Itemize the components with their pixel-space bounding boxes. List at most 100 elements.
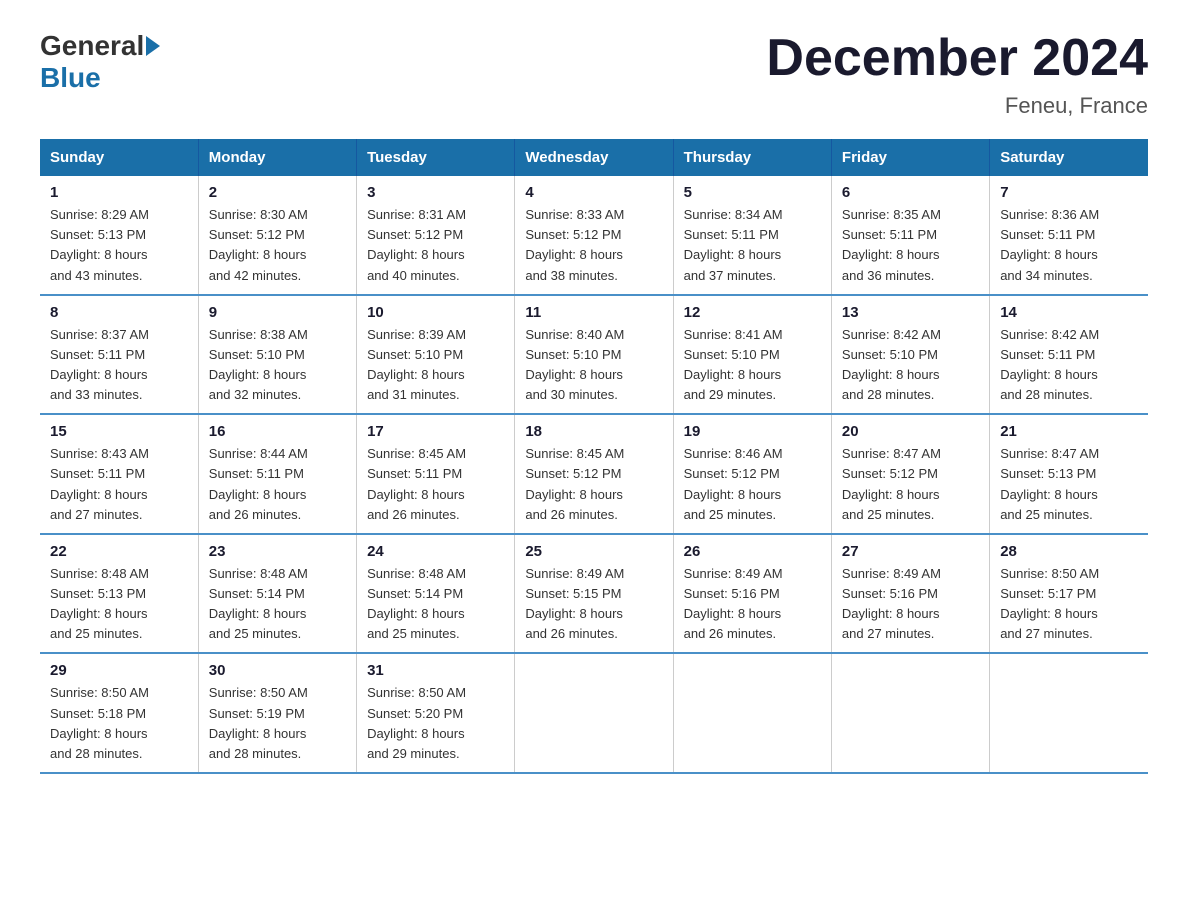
day-number: 2 (209, 184, 346, 201)
day-number: 11 (525, 304, 662, 321)
day-info: Sunrise: 8:38 AM Sunset: 5:10 PM Dayligh… (209, 325, 346, 406)
day-info: Sunrise: 8:29 AM Sunset: 5:13 PM Dayligh… (50, 205, 188, 286)
day-info: Sunrise: 8:50 AM Sunset: 5:19 PM Dayligh… (209, 683, 346, 764)
day-cell-22: 22 Sunrise: 8:48 AM Sunset: 5:13 PM Dayli… (40, 534, 198, 654)
day-number: 20 (842, 423, 979, 440)
empty-cell (673, 653, 831, 773)
day-info: Sunrise: 8:43 AM Sunset: 5:11 PM Dayligh… (50, 444, 188, 525)
day-number: 25 (525, 543, 662, 560)
day-cell-11: 11 Sunrise: 8:40 AM Sunset: 5:10 PM Dayli… (515, 295, 673, 415)
logo-blue-text: Blue (40, 62, 101, 94)
header-cell-sunday: Sunday (40, 139, 198, 176)
day-info: Sunrise: 8:42 AM Sunset: 5:11 PM Dayligh… (1000, 325, 1138, 406)
header-cell-monday: Monday (198, 139, 356, 176)
day-number: 1 (50, 184, 188, 201)
day-info: Sunrise: 8:36 AM Sunset: 5:11 PM Dayligh… (1000, 205, 1138, 286)
day-number: 30 (209, 662, 346, 679)
header-cell-friday: Friday (831, 139, 989, 176)
day-cell-12: 12Sunrise: 8:41 AM Sunset: 5:10 PM Dayli… (673, 295, 831, 415)
day-info: Sunrise: 8:45 AM Sunset: 5:12 PM Dayligh… (525, 444, 662, 525)
day-info: Sunrise: 8:48 AM Sunset: 5:14 PM Dayligh… (367, 564, 504, 645)
day-cell-31: 31 Sunrise: 8:50 AM Sunset: 5:20 PM Dayli… (357, 653, 515, 773)
logo: General Blue (40, 30, 162, 94)
day-cell-27: 27Sunrise: 8:49 AM Sunset: 5:16 PM Dayli… (831, 534, 989, 654)
page-title: December 2024 (766, 30, 1148, 87)
day-number: 3 (367, 184, 504, 201)
day-cell-13: 13Sunrise: 8:42 AM Sunset: 5:10 PM Dayli… (831, 295, 989, 415)
day-info: Sunrise: 8:42 AM Sunset: 5:10 PM Dayligh… (842, 325, 979, 406)
day-number: 17 (367, 423, 504, 440)
day-cell-24: 24Sunrise: 8:48 AM Sunset: 5:14 PM Dayli… (357, 534, 515, 654)
day-cell-18: 18 Sunrise: 8:45 AM Sunset: 5:12 PM Dayli… (515, 414, 673, 534)
day-cell-23: 23Sunrise: 8:48 AM Sunset: 5:14 PM Dayli… (198, 534, 356, 654)
day-info: Sunrise: 8:49 AM Sunset: 5:15 PM Dayligh… (525, 564, 662, 645)
day-info: Sunrise: 8:35 AM Sunset: 5:11 PM Dayligh… (842, 205, 979, 286)
logo-general-text: General (40, 30, 144, 62)
day-info: Sunrise: 8:47 AM Sunset: 5:12 PM Dayligh… (842, 444, 979, 525)
day-cell-6: 6 Sunrise: 8:35 AM Sunset: 5:11 PM Daylig… (831, 176, 989, 295)
day-number: 31 (367, 662, 504, 679)
day-number: 12 (684, 304, 821, 321)
day-info: Sunrise: 8:45 AM Sunset: 5:11 PM Dayligh… (367, 444, 504, 525)
day-info: Sunrise: 8:33 AM Sunset: 5:12 PM Dayligh… (525, 205, 662, 286)
week-row-4: 22 Sunrise: 8:48 AM Sunset: 5:13 PM Dayli… (40, 534, 1148, 654)
day-info: Sunrise: 8:39 AM Sunset: 5:10 PM Dayligh… (367, 325, 504, 406)
day-info: Sunrise: 8:50 AM Sunset: 5:17 PM Dayligh… (1000, 564, 1138, 645)
empty-cell (515, 653, 673, 773)
day-info: Sunrise: 8:37 AM Sunset: 5:11 PM Dayligh… (50, 325, 188, 406)
day-cell-9: 9 Sunrise: 8:38 AM Sunset: 5:10 PM Daylig… (198, 295, 356, 415)
header-row: SundayMondayTuesdayWednesdayThursdayFrid… (40, 139, 1148, 176)
day-number: 19 (684, 423, 821, 440)
logo-arrow-icon (146, 36, 160, 56)
day-info: Sunrise: 8:48 AM Sunset: 5:14 PM Dayligh… (209, 564, 346, 645)
week-row-5: 29Sunrise: 8:50 AM Sunset: 5:18 PM Dayli… (40, 653, 1148, 773)
day-number: 5 (684, 184, 821, 201)
subtitle: Feneu, France (766, 93, 1148, 119)
header-cell-tuesday: Tuesday (357, 139, 515, 176)
day-number: 18 (525, 423, 662, 440)
day-cell-26: 26 Sunrise: 8:49 AM Sunset: 5:16 PM Dayli… (673, 534, 831, 654)
week-row-2: 8 Sunrise: 8:37 AM Sunset: 5:11 PM Daylig… (40, 295, 1148, 415)
day-cell-15: 15 Sunrise: 8:43 AM Sunset: 5:11 PM Dayli… (40, 414, 198, 534)
day-number: 6 (842, 184, 979, 201)
day-cell-14: 14 Sunrise: 8:42 AM Sunset: 5:11 PM Dayli… (990, 295, 1148, 415)
day-number: 21 (1000, 423, 1138, 440)
empty-cell (831, 653, 989, 773)
day-number: 15 (50, 423, 188, 440)
day-number: 7 (1000, 184, 1138, 201)
day-cell-28: 28 Sunrise: 8:50 AM Sunset: 5:17 PM Dayli… (990, 534, 1148, 654)
day-number: 28 (1000, 543, 1138, 560)
day-number: 10 (367, 304, 504, 321)
day-cell-20: 20 Sunrise: 8:47 AM Sunset: 5:12 PM Dayli… (831, 414, 989, 534)
day-cell-7: 7 Sunrise: 8:36 AM Sunset: 5:11 PM Daylig… (990, 176, 1148, 295)
day-cell-5: 5Sunrise: 8:34 AM Sunset: 5:11 PM Daylig… (673, 176, 831, 295)
day-number: 4 (525, 184, 662, 201)
day-number: 14 (1000, 304, 1138, 321)
day-number: 16 (209, 423, 346, 440)
day-number: 29 (50, 662, 188, 679)
week-row-3: 15 Sunrise: 8:43 AM Sunset: 5:11 PM Dayli… (40, 414, 1148, 534)
day-cell-25: 25 Sunrise: 8:49 AM Sunset: 5:15 PM Dayli… (515, 534, 673, 654)
day-cell-3: 3 Sunrise: 8:31 AM Sunset: 5:12 PM Daylig… (357, 176, 515, 295)
header-cell-thursday: Thursday (673, 139, 831, 176)
day-info: Sunrise: 8:30 AM Sunset: 5:12 PM Dayligh… (209, 205, 346, 286)
calendar-table: SundayMondayTuesdayWednesdayThursdayFrid… (40, 139, 1148, 774)
day-info: Sunrise: 8:50 AM Sunset: 5:20 PM Dayligh… (367, 683, 504, 764)
day-cell-4: 4 Sunrise: 8:33 AM Sunset: 5:12 PM Daylig… (515, 176, 673, 295)
day-cell-1: 1 Sunrise: 8:29 AM Sunset: 5:13 PM Daylig… (40, 176, 198, 295)
header-cell-wednesday: Wednesday (515, 139, 673, 176)
day-cell-8: 8 Sunrise: 8:37 AM Sunset: 5:11 PM Daylig… (40, 295, 198, 415)
day-cell-17: 17 Sunrise: 8:45 AM Sunset: 5:11 PM Dayli… (357, 414, 515, 534)
day-number: 22 (50, 543, 188, 560)
day-cell-29: 29Sunrise: 8:50 AM Sunset: 5:18 PM Dayli… (40, 653, 198, 773)
day-info: Sunrise: 8:31 AM Sunset: 5:12 PM Dayligh… (367, 205, 504, 286)
day-info: Sunrise: 8:48 AM Sunset: 5:13 PM Dayligh… (50, 564, 188, 645)
day-number: 9 (209, 304, 346, 321)
day-info: Sunrise: 8:40 AM Sunset: 5:10 PM Dayligh… (525, 325, 662, 406)
day-number: 26 (684, 543, 821, 560)
day-number: 8 (50, 304, 188, 321)
day-cell-30: 30 Sunrise: 8:50 AM Sunset: 5:19 PM Dayli… (198, 653, 356, 773)
title-section: December 2024 Feneu, France (766, 30, 1148, 119)
day-info: Sunrise: 8:49 AM Sunset: 5:16 PM Dayligh… (684, 564, 821, 645)
week-row-1: 1 Sunrise: 8:29 AM Sunset: 5:13 PM Daylig… (40, 176, 1148, 295)
